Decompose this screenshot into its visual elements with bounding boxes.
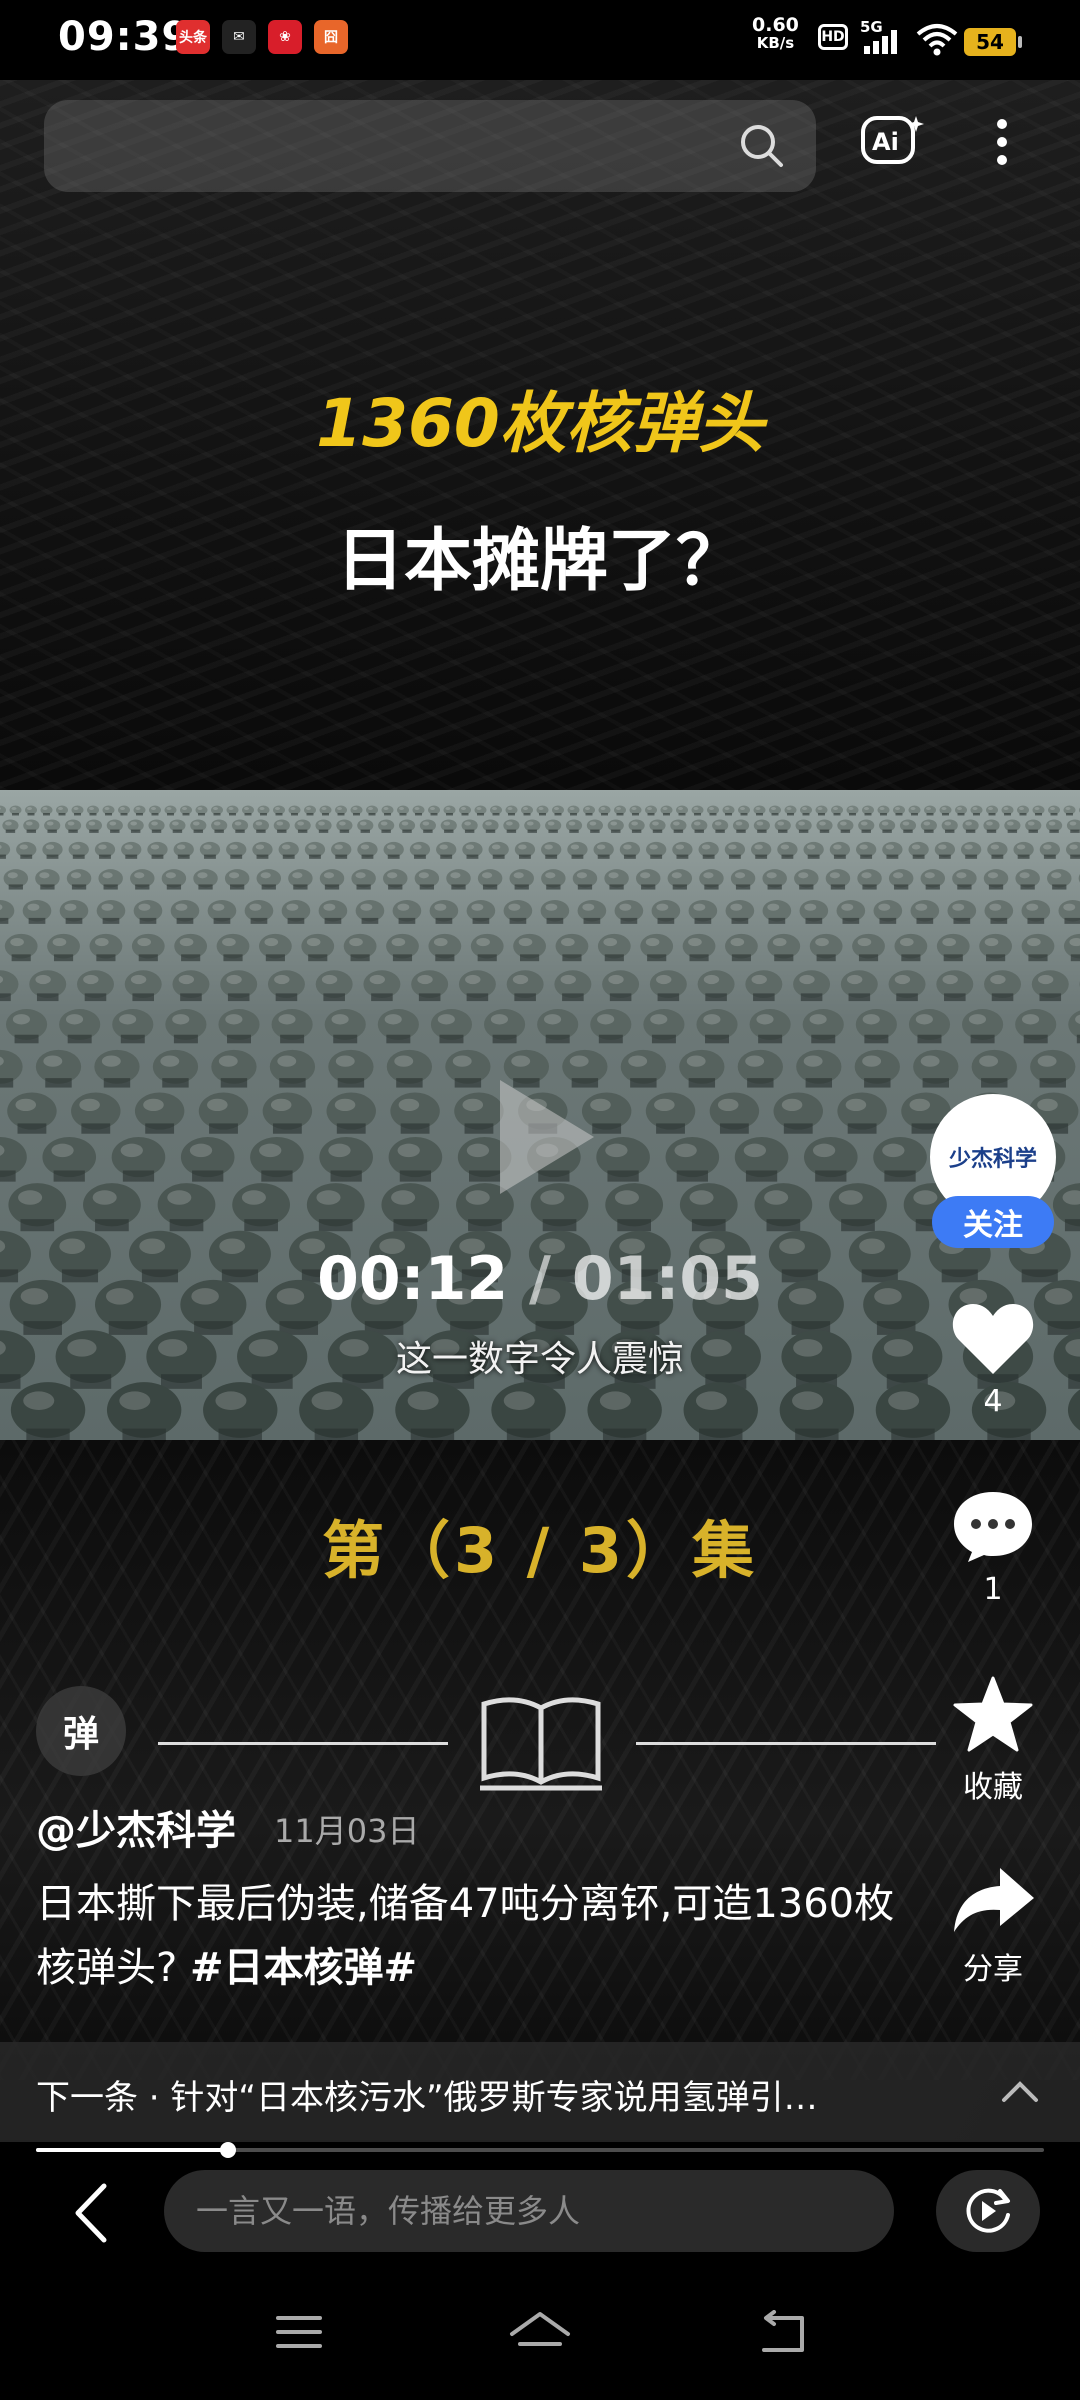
- episode-label: 第（3 / 3）集: [321, 1514, 759, 1587]
- video-title-line2: 日本摊牌了？: [335, 522, 744, 601]
- battery-icon: 54: [964, 28, 1022, 56]
- next-video-title[interactable]: 下一条 · 针对“日本核污水”俄罗斯专家说用氢弹引…: [36, 2070, 956, 2119]
- book-icon: [476, 1688, 606, 1802]
- signal-label: 5G: [860, 18, 883, 36]
- notification-icons: 头条 ✉ ❀ 囧: [176, 20, 348, 54]
- message-icon: ✉: [222, 20, 256, 54]
- video-subtitle: 这一数字令人震惊: [395, 1339, 684, 1380]
- video-progress-fill: [36, 2148, 228, 2152]
- author-name[interactable]: @少杰科学: [36, 1798, 236, 1856]
- share-icon: [954, 1868, 1034, 1932]
- post-caption: 日本撕下最后伪装,储备47吨分离钚,可造1360枚核弹头? #日本核弹#: [36, 1872, 896, 2000]
- search-bar[interactable]: [44, 100, 816, 192]
- follow-label: 关注: [963, 1208, 1023, 1243]
- wifi-icon: [916, 22, 958, 60]
- hd-icon: HD: [818, 24, 848, 50]
- like-count: 4: [983, 1384, 1003, 1419]
- divider-right: [636, 1742, 936, 1745]
- video-title-line1: 1360枚核弹头: [316, 385, 764, 462]
- network-speed-unit: KB/s: [756, 34, 795, 52]
- current-time: 00:12: [317, 1244, 509, 1314]
- caption-hashtag[interactable]: #日本核弹#: [190, 1945, 417, 1991]
- search-icon[interactable]: [738, 122, 786, 174]
- comment-count: 1: [983, 1572, 1003, 1607]
- more-options-icon[interactable]: [992, 112, 1012, 176]
- heart-icon: [952, 1304, 1034, 1374]
- system-back-icon[interactable]: [754, 2310, 810, 2360]
- danmu-toggle-button[interactable]: 弹: [36, 1686, 126, 1776]
- svg-text:Ai: Ai: [872, 128, 899, 156]
- video-timecode: 00:12 / 01:05: [0, 1244, 1080, 1314]
- favorite-label: 收藏: [963, 1770, 1023, 1805]
- divider-left: [158, 1742, 448, 1745]
- recent-apps-icon[interactable]: [274, 2312, 324, 2356]
- like-button[interactable]: 4: [923, 1300, 1063, 1419]
- cellular-signal-icon: 5G: [860, 18, 906, 60]
- favorite-button[interactable]: 收藏: [923, 1674, 1063, 1806]
- play-icon[interactable]: [492, 1072, 602, 1206]
- avatar-text: 少杰科学: [948, 1147, 1037, 1172]
- video-progress-knob[interactable]: [219, 2142, 236, 2158]
- post-date: 11月03日: [274, 1812, 420, 1850]
- network-speed-value: 0.60: [752, 14, 799, 36]
- total-time: 01:05: [571, 1244, 763, 1314]
- share-label: 分享: [963, 1952, 1023, 1987]
- home-icon[interactable]: [508, 2308, 572, 2362]
- app-red-icon: ❀: [268, 20, 302, 54]
- comment-button[interactable]: 1: [923, 1488, 1063, 1607]
- chevron-up-icon[interactable]: [1000, 2080, 1040, 2108]
- replay-icon: [966, 2188, 1010, 2233]
- time-separator: /: [529, 1244, 551, 1314]
- status-time: 09:39: [58, 14, 191, 60]
- toutiao-icon: 头条: [176, 20, 210, 54]
- danmu-label: 弹: [62, 1714, 99, 1755]
- caption-text: 日本撕下最后伪装,储备47吨分离钚,可造1360枚核弹头?: [36, 1881, 895, 1991]
- follow-button[interactable]: 关注: [932, 1196, 1054, 1248]
- network-speed: 0.60 KB/s: [752, 14, 799, 53]
- comment-input[interactable]: [164, 2170, 894, 2252]
- auto-play-button[interactable]: [936, 2170, 1040, 2252]
- app-orange-icon: 囧: [314, 20, 348, 54]
- ai-assistant-icon[interactable]: Ai: [860, 112, 926, 176]
- share-button[interactable]: 分享: [923, 1864, 1063, 1988]
- star-icon: [953, 1676, 1033, 1752]
- back-button[interactable]: [70, 2180, 110, 2250]
- comment-icon: [954, 1492, 1032, 1562]
